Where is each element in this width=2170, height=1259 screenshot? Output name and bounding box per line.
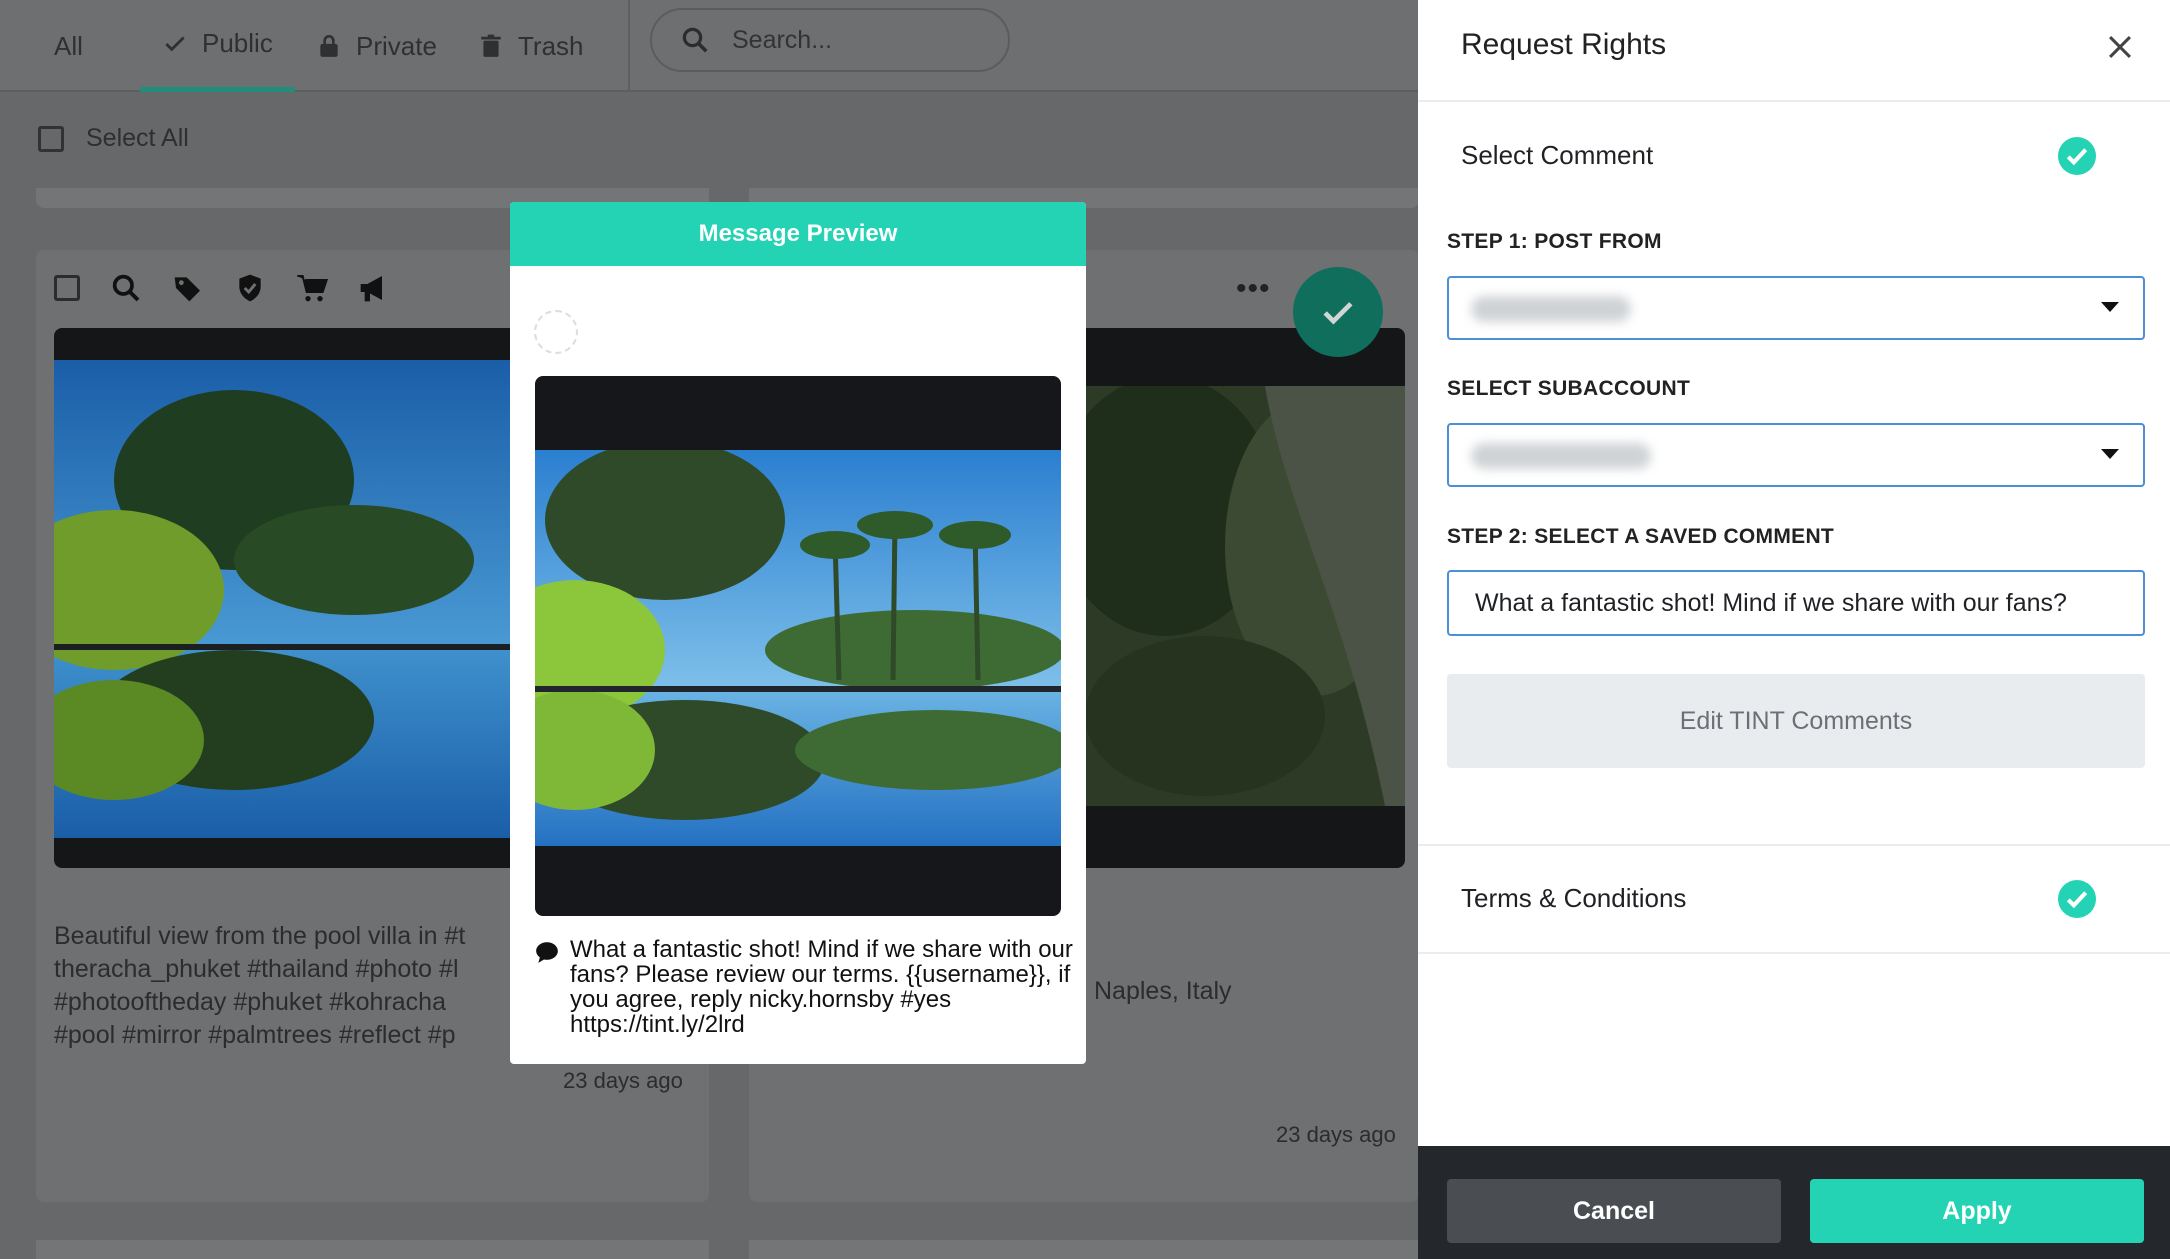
divider: [1418, 952, 2170, 954]
select-comment-label: Select Comment: [1461, 140, 1654, 170]
step2-label: STEP 2: SELECT A SAVED COMMENT: [1447, 525, 1835, 548]
comment-icon: [536, 942, 558, 963]
tab-private[interactable]: Private: [316, 0, 437, 92]
saved-comment-select[interactable]: What a fantastic shot! Mind if we share …: [1447, 570, 2145, 636]
selected-check-icon[interactable]: [1293, 267, 1383, 357]
card-checkbox[interactable]: [54, 275, 80, 301]
tab-trash[interactable]: Trash: [478, 0, 584, 92]
tab-public[interactable]: Public: [140, 0, 295, 92]
select-all[interactable]: Select All: [38, 124, 189, 153]
photo-pool-villa: [535, 450, 1061, 846]
check-icon: [165, 36, 185, 51]
card-remnant: [749, 1240, 1418, 1259]
megaphone-icon[interactable]: [358, 272, 390, 304]
photo-cliffs: [1085, 386, 1405, 806]
card-remnant: [36, 1240, 709, 1259]
modal-title: Message Preview: [510, 202, 1086, 266]
subaccount-dropdown[interactable]: [1447, 423, 2145, 487]
card-toolbar: [54, 272, 390, 304]
check-circle-icon: [2058, 880, 2096, 918]
filter-tabs-bar: All Public Private Trash Search...: [0, 0, 1418, 92]
blurred-value: [1471, 296, 1631, 322]
post-image[interactable]: [54, 328, 564, 868]
post-from-dropdown[interactable]: [1447, 276, 2145, 340]
search-icon[interactable]: [110, 272, 142, 304]
caret-down-icon: [2101, 302, 2119, 312]
lock-icon: [320, 34, 338, 57]
blurred-value: [1471, 443, 1651, 469]
search-input[interactable]: Search...: [650, 8, 1010, 72]
divider: [1418, 844, 2170, 846]
select-all-checkbox[interactable]: [38, 125, 64, 152]
preview-image: [535, 376, 1061, 916]
post-timestamp: 23 days ago: [563, 1068, 683, 1093]
step1-label: STEP 1: POST FROM: [1447, 230, 1662, 253]
apply-button[interactable]: Apply: [1810, 1179, 2144, 1243]
message-preview-modal: Message Preview What a fantastic shot! M…: [510, 202, 1086, 1064]
trash-icon: [481, 34, 501, 57]
close-icon[interactable]: [2103, 30, 2137, 64]
photo-pool-villa: [54, 360, 564, 838]
cart-icon[interactable]: [296, 272, 328, 304]
divider: [628, 0, 630, 92]
search-icon: [682, 27, 708, 53]
post-location: Naples, Italy: [1094, 977, 1232, 1005]
divider: [1418, 100, 2170, 102]
panel-footer: Cancel Apply: [1418, 1146, 2170, 1259]
check-circle-icon: [2058, 137, 2096, 175]
cancel-button[interactable]: Cancel: [1447, 1179, 1781, 1243]
subaccount-label: SELECT SUBACCOUNT: [1447, 377, 1691, 400]
post-timestamp: 23 days ago: [1276, 1122, 1396, 1147]
post-caption: Beautiful view from the pool villa in #t…: [54, 922, 466, 1049]
caret-down-icon: [2101, 449, 2119, 459]
shield-check-icon[interactable]: [234, 272, 266, 304]
terms-label: Terms & Conditions: [1461, 883, 1687, 913]
panel-title: Request Rights: [1461, 28, 1667, 61]
avatar: [534, 310, 578, 354]
tab-all[interactable]: All: [54, 0, 83, 92]
edit-tint-comments-button[interactable]: Edit TINT Comments: [1447, 674, 2145, 768]
check-icon: [1323, 302, 1353, 325]
tag-icon[interactable]: [172, 272, 204, 304]
preview-message: What a fantastic shot! Mind if we share …: [534, 937, 1074, 1037]
request-rights-panel: Request Rights Select Comment STEP 1: PO…: [1418, 0, 2170, 1259]
more-options-icon[interactable]: •••: [1236, 272, 1271, 306]
